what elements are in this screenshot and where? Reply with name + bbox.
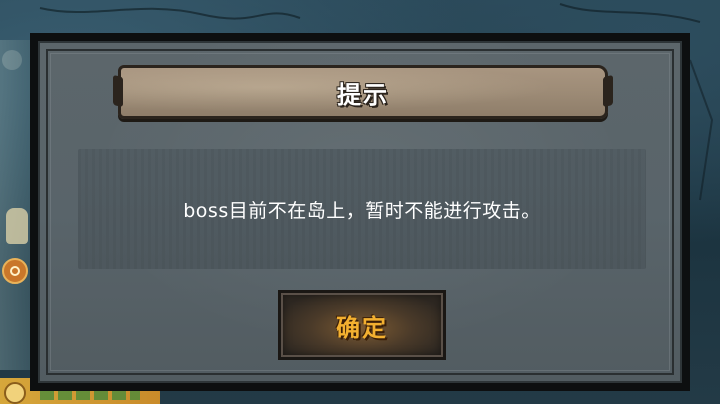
background-side-panel (0, 40, 32, 370)
dialog-message-panel: boss目前不在岛上，暂时不能进行攻击。 (78, 149, 646, 269)
dialog-panel: 提示 boss目前不在岛上，暂时不能进行攻击。 确定 (38, 41, 682, 383)
game-scene: 提示 boss目前不在岛上，暂时不能进行攻击。 确定 (0, 0, 720, 404)
dialog-message: boss目前不在岛上，暂时不能进行攻击。 (183, 199, 541, 222)
confirm-button-label: 确定 (336, 313, 388, 342)
search-icon (4, 382, 26, 404)
background-character-icon (6, 208, 28, 244)
dialog-frame: 提示 boss目前不在岛上，暂时不能进行攻击。 确定 (30, 33, 690, 391)
target-icon (2, 258, 28, 284)
dialog-title-plank: 提示 (118, 65, 608, 119)
dialog-title: 提示 (337, 80, 389, 109)
confirm-button[interactable]: 确定 (278, 290, 446, 360)
